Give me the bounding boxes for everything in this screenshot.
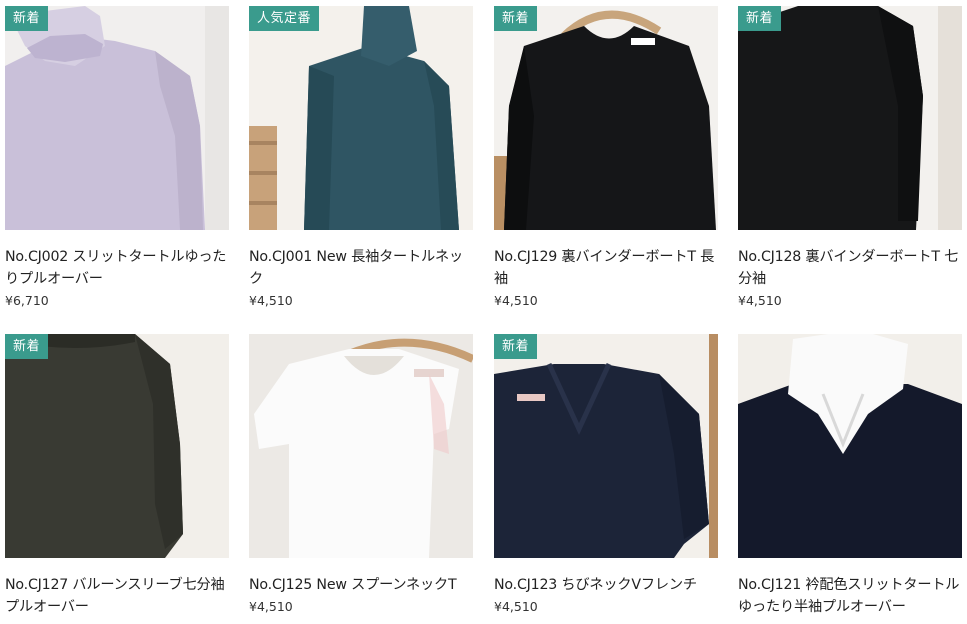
- product-price: ¥4,510: [494, 293, 538, 308]
- new-badge: 新着: [494, 6, 538, 31]
- product-grid: 新着 No.CJ002 スリットタートルゆったりプルオーバー ¥6,710 人気…: [5, 6, 965, 624]
- olive-balloon-image: [5, 334, 229, 558]
- popular-badge: 人気定番: [249, 6, 320, 31]
- product-price: ¥4,510: [494, 599, 538, 614]
- product-price: ¥4,510: [738, 293, 782, 308]
- product-card[interactable]: No.CJ125 New スプーンネックT ¥4,510: [249, 334, 473, 614]
- product-name[interactable]: No.CJ128 裏バインダーボートT 七分袖: [738, 246, 962, 290]
- product-name[interactable]: No.CJ129 裏バインダーボートT 長袖: [494, 246, 718, 290]
- product-card[interactable]: 新着 No.CJ127 バルーンスリーブ七分袖プルオーバー: [5, 334, 229, 618]
- product-image[interactable]: 新着: [738, 6, 962, 230]
- product-card[interactable]: 人気定番 No.CJ001 New 長袖タートルネック ¥4,510: [249, 6, 473, 308]
- product-name[interactable]: No.CJ125 New スプーンネックT: [249, 574, 473, 596]
- new-badge: 新着: [738, 6, 782, 31]
- product-name[interactable]: No.CJ127 バルーンスリーブ七分袖プルオーバー: [5, 574, 229, 618]
- navy-white-collar-image: [738, 334, 962, 558]
- lavender-turtleneck-image: [5, 6, 229, 230]
- navy-vneck-image: [494, 334, 718, 558]
- black-threequarter-image: [738, 6, 962, 230]
- new-badge: 新着: [494, 334, 538, 359]
- product-card[interactable]: 新着 No.CJ123 ちびネックVフレンチ ¥4,510: [494, 334, 718, 614]
- product-price: ¥4,510: [249, 293, 293, 308]
- product-image[interactable]: 新着: [5, 334, 229, 558]
- product-name[interactable]: No.CJ121 衿配色スリットタートルゆったり半袖プルオーバー: [738, 574, 962, 618]
- product-card[interactable]: 新着 No.CJ002 スリットタートルゆったりプルオーバー ¥6,710: [5, 6, 229, 308]
- product-image[interactable]: [738, 334, 962, 558]
- product-card[interactable]: 新着 No.CJ129 裏バインダーボートT 長袖 ¥4,510: [494, 6, 718, 308]
- black-longsleeve-image: [494, 6, 718, 230]
- new-badge: 新着: [5, 6, 49, 31]
- product-name[interactable]: No.CJ002 スリットタートルゆったりプルオーバー: [5, 246, 229, 290]
- product-image[interactable]: 新着: [5, 6, 229, 230]
- product-name[interactable]: No.CJ001 New 長袖タートルネック: [249, 246, 473, 290]
- product-image[interactable]: [249, 334, 473, 558]
- white-tee-image: [249, 334, 473, 558]
- product-name[interactable]: No.CJ123 ちびネックVフレンチ: [494, 574, 718, 596]
- new-badge: 新着: [5, 334, 49, 359]
- product-price: ¥6,710: [5, 293, 49, 308]
- product-image[interactable]: 人気定番: [249, 6, 473, 230]
- product-image[interactable]: 新着: [494, 6, 718, 230]
- product-price: ¥4,510: [249, 599, 293, 614]
- product-card[interactable]: No.CJ121 衿配色スリットタートルゆったり半袖プルオーバー: [738, 334, 962, 618]
- teal-turtleneck-image: [249, 6, 473, 230]
- product-image[interactable]: 新着: [494, 334, 718, 558]
- product-card[interactable]: 新着 No.CJ128 裏バインダーボートT 七分袖 ¥4,510: [738, 6, 962, 308]
